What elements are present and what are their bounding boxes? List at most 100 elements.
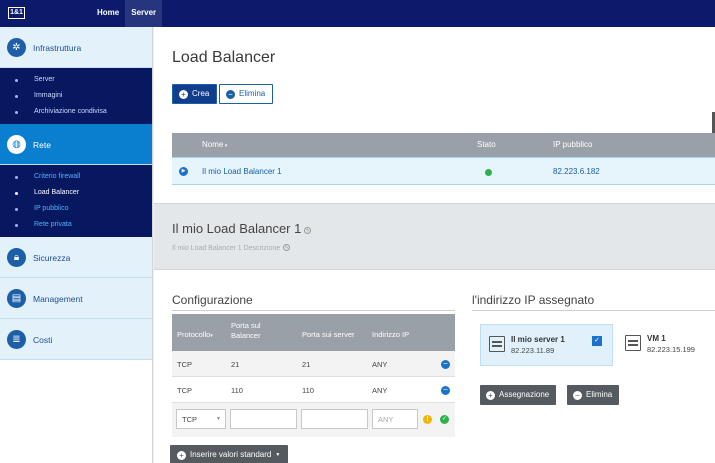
- sidebar-section-label: Costi: [33, 335, 53, 345]
- nav-home[interactable]: Home: [91, 0, 125, 27]
- lb-name[interactable]: Il mio Load Balancer 1: [202, 167, 282, 176]
- page-title: Load Balancer: [172, 49, 276, 66]
- server-card[interactable]: VM 1 82.223.15.199: [617, 324, 715, 366]
- insert-defaults-label: Inserire valori standard: [190, 450, 272, 459]
- minus-icon: −: [573, 391, 582, 400]
- protocol-select-value: TCP: [182, 415, 197, 424]
- invoice-icon: ≣: [7, 330, 26, 349]
- server-icon: [489, 336, 505, 352]
- remove-row-icon[interactable]: −: [441, 360, 450, 369]
- config-table-header: Protocollo▾ Porta sul Balancer Porta sui…: [172, 314, 455, 351]
- column-ip-pubblico[interactable]: IP pubblico: [553, 140, 592, 149]
- create-button-label: Crea: [192, 89, 210, 98]
- sidebar-section-label: Management: [33, 294, 83, 304]
- play-icon[interactable]: ▶: [179, 167, 188, 176]
- cell-server-port: 110: [302, 386, 314, 395]
- sidebar-item-ip-pubblico[interactable]: IP pubblico: [0, 201, 152, 217]
- sidebar-section-costi[interactable]: ≣ Costi: [0, 319, 152, 360]
- server-port-input[interactable]: [301, 409, 368, 429]
- brand-logo[interactable]: 1&1: [8, 7, 25, 19]
- minus-icon: −: [226, 90, 235, 99]
- sidebar: ✲ Infrastruttura Server Immagini Archivi…: [0, 27, 153, 463]
- top-bar: 1&1 Home Server: [0, 0, 715, 27]
- lb-table-header: Nome ▾ Stato IP pubblico: [172, 133, 715, 157]
- edit-icon[interactable]: ✎: [304, 227, 312, 234]
- plus-icon: +: [179, 90, 188, 99]
- sidebar-submenu-rete: Criterio firewall Load Balancer IP pubbl…: [0, 165, 152, 237]
- table-row[interactable]: ▶ Il mio Load Balancer 1 82.223.6.182: [172, 157, 715, 185]
- status-ok-icon: [485, 169, 492, 176]
- lb-ip: 82.223.6.182: [553, 167, 600, 176]
- lb-port-input[interactable]: [230, 409, 297, 429]
- column-protocollo[interactable]: Protocollo▾: [177, 330, 213, 339]
- detail-panel: Il mio Load Balancer 1 ✎ Il mio Load Bala…: [154, 203, 715, 270]
- server-card-selected[interactable]: Il mio server 1 82.223.11.89 ✓: [480, 324, 613, 366]
- ip-input[interactable]: ANY: [372, 409, 418, 429]
- column-stato[interactable]: Stato: [477, 140, 496, 149]
- cell-protocol: TCP: [177, 386, 192, 395]
- column-indirizzo-ip: Indirizzo IP: [372, 330, 410, 339]
- sidebar-section-management[interactable]: ▤ Management: [0, 278, 152, 319]
- detail-description-text[interactable]: Il mio Load Balancer 1 Descrizione: [172, 245, 280, 252]
- cell-ip: ANY: [372, 360, 388, 369]
- cell-lb-port: 110: [231, 386, 243, 395]
- remove-row-icon[interactable]: −: [441, 386, 450, 395]
- detail-title-text[interactable]: Il mio Load Balancer 1: [172, 221, 301, 236]
- cell-lb-port: 21: [231, 360, 240, 369]
- clipboard-icon: ▤: [7, 289, 26, 308]
- sidebar-item-immagini[interactable]: Immagini: [0, 88, 152, 104]
- assigned-title: l'indirizzo IP assegnato: [472, 293, 595, 307]
- assign-button[interactable]: + Assegnazione: [480, 385, 557, 405]
- column-porta-server: Porta sui server: [302, 330, 355, 339]
- create-button[interactable]: + Crea: [172, 84, 218, 104]
- detail-title: Il mio Load Balancer 1 ✎: [172, 221, 312, 236]
- sidebar-section-label: Rete: [33, 140, 51, 150]
- insert-defaults-button[interactable]: + Inserire valori standard ▼: [170, 445, 289, 463]
- plus-icon: +: [177, 451, 186, 460]
- server-ip: 82.223.15.199: [647, 345, 695, 354]
- chevron-down-icon: ▼: [216, 416, 221, 422]
- confirm-icon[interactable]: ✓: [440, 415, 449, 424]
- delete-button[interactable]: − Elimina: [219, 84, 274, 104]
- warning-icon: !: [423, 415, 432, 424]
- sidebar-item-archiviazione[interactable]: Archiviazione condivisa: [0, 104, 152, 120]
- column-porta-balancer: Porta sul Balancer: [231, 321, 261, 340]
- server-checkbox[interactable]: ✓: [592, 336, 602, 346]
- table-row: TCP 21 21 ANY −: [172, 351, 455, 377]
- divider: [472, 310, 715, 311]
- network-icon: ✲: [7, 38, 26, 57]
- server-icon: [625, 335, 641, 351]
- globe-icon: ◍: [7, 135, 26, 154]
- cell-server-port: 21: [302, 360, 311, 369]
- nav-server[interactable]: Server: [125, 0, 163, 27]
- plus-icon: +: [486, 391, 495, 400]
- sidebar-item-load-balancer[interactable]: Load Balancer: [0, 185, 152, 201]
- server-ip: 82.223.11.89: [511, 346, 555, 355]
- sidebar-item-firewall[interactable]: Criterio firewall: [0, 169, 152, 185]
- remove-assignment-label: Elimina: [586, 390, 613, 399]
- sort-caret-icon: ▾: [223, 143, 228, 149]
- remove-assignment-button[interactable]: − Elimina: [567, 385, 620, 405]
- edit-icon[interactable]: ✎: [283, 244, 291, 251]
- new-rule-row: TCP ▼ ANY ! ✓: [172, 403, 455, 437]
- sidebar-item-rete-privata[interactable]: Rete privata: [0, 217, 152, 233]
- server-name: VM 1: [647, 334, 666, 343]
- sidebar-section-sicurezza[interactable]: 🔒︎ Sicurezza: [0, 237, 152, 278]
- sort-caret-icon: ▾: [210, 333, 213, 339]
- assign-button-label: Assegnazione: [499, 390, 550, 399]
- column-nome[interactable]: Nome ▾: [202, 140, 227, 149]
- sidebar-section-rete[interactable]: ◍ Rete: [0, 124, 152, 165]
- column-nome-label: Nome: [202, 140, 224, 149]
- lock-icon: 🔒︎: [7, 248, 26, 267]
- top-nav: Home Server: [91, 0, 163, 27]
- sidebar-item-server[interactable]: Server: [0, 72, 152, 88]
- table-row: TCP 110 110 ANY −: [172, 377, 455, 403]
- delete-button-label: Elimina: [239, 89, 266, 98]
- cell-protocol: TCP: [177, 360, 192, 369]
- main-content: Load Balancer + Crea − Elimina Nome ▾ Stat…: [154, 27, 715, 463]
- protocol-select[interactable]: TCP ▼: [176, 409, 226, 429]
- config-title: Configurazione: [172, 293, 253, 307]
- column-protocollo-label: Protocollo: [177, 330, 211, 339]
- chevron-down-icon: ▼: [275, 452, 281, 458]
- sidebar-section-infrastruttura[interactable]: ✲ Infrastruttura: [0, 27, 152, 68]
